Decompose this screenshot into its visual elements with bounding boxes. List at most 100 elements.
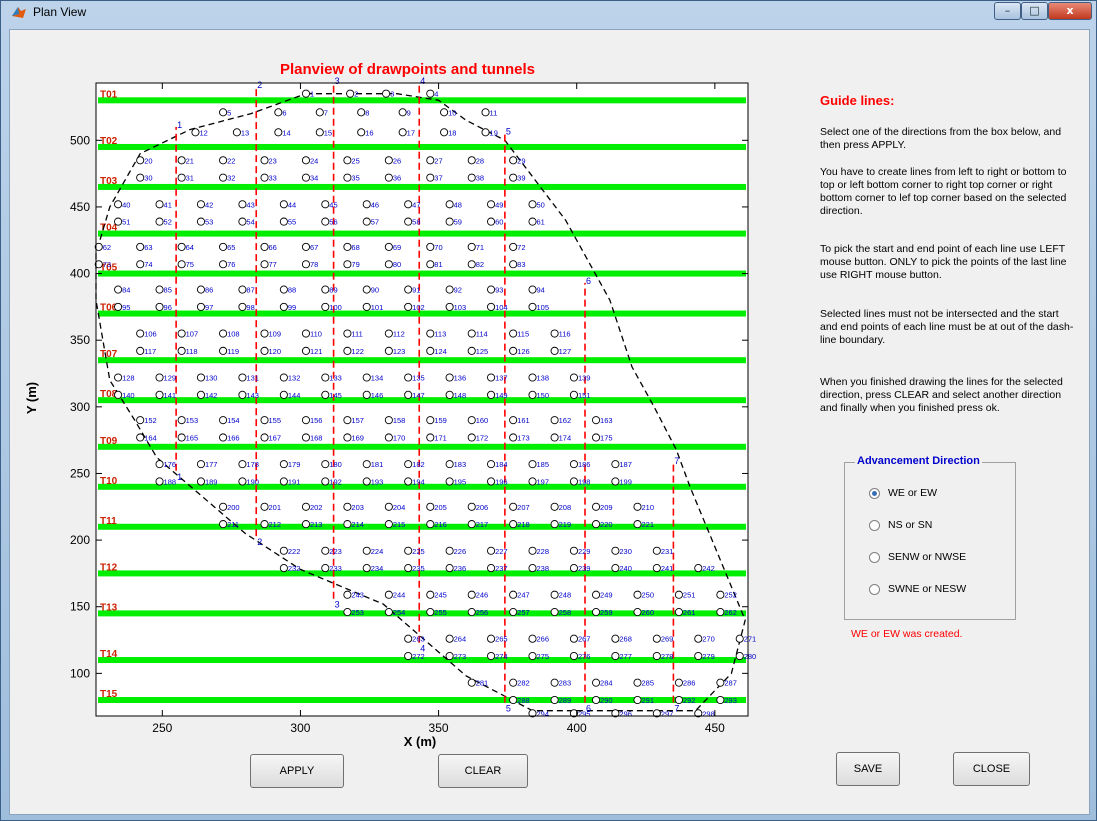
- drawpoint-marker: [611, 460, 620, 469]
- drawpoint-marker: [219, 242, 228, 251]
- drawpoint-marker: [550, 433, 559, 442]
- drawpoint-marker: [301, 502, 311, 511]
- drawpoint-marker: [301, 433, 311, 442]
- plan-view-window: Plan View – □ x Planview of drawpoints a…: [0, 0, 1097, 821]
- drawpoint-label: 209: [600, 503, 613, 512]
- drawpoint-marker: [445, 564, 454, 573]
- radio-icon[interactable]: [869, 519, 880, 531]
- drawpoint-label: 157: [351, 416, 364, 425]
- drawpoint-label: 119: [227, 347, 239, 356]
- drawpoint-marker: [467, 433, 476, 442]
- drawpoint-marker: [487, 546, 496, 555]
- drawpoint-label: 116: [559, 330, 571, 339]
- drawpoint-marker: [467, 242, 476, 251]
- tunnel-label: T09: [100, 436, 118, 447]
- drawpoint-label: 220: [600, 520, 613, 529]
- guide-line-label: 3: [335, 600, 340, 610]
- drawpoint-marker: [652, 634, 661, 643]
- drawpoint-marker: [136, 242, 145, 251]
- drawpoint-marker: [426, 433, 435, 442]
- drawpoint-marker: [279, 460, 288, 469]
- drawpoint-marker: [343, 346, 352, 355]
- drawpoint-marker: [528, 546, 537, 555]
- drawpoint-marker: [301, 173, 311, 182]
- drawpoint-label: 53: [205, 218, 213, 227]
- guide-line-label: 2: [257, 537, 262, 547]
- drawpoint-label: 203: [351, 503, 364, 512]
- radio-label: NS or SN: [888, 519, 933, 531]
- drawpoint-marker: [550, 346, 559, 355]
- drawpoint-label: 132: [288, 374, 301, 383]
- drawpoint-marker: [177, 329, 186, 338]
- drawpoint-label: 129: [164, 374, 177, 383]
- apply-button[interactable]: APPLY: [250, 754, 344, 788]
- drawpoint-marker: [219, 416, 228, 425]
- drawpoint-marker: [219, 433, 228, 442]
- drawpoint-label: 240: [619, 564, 632, 573]
- drawpoint-marker: [136, 346, 145, 355]
- guide-line-label: 5: [506, 127, 511, 137]
- radio-swne-nesw[interactable]: SWNE or NESW: [869, 583, 966, 595]
- drawpoint-marker: [136, 260, 145, 269]
- drawpoint-label: 161: [517, 416, 530, 425]
- drawpoint-marker: [260, 502, 269, 511]
- close-window-button[interactable]: x: [1048, 2, 1092, 20]
- drawpoint-label: 235: [412, 564, 425, 573]
- drawpoint-label: 93: [495, 286, 503, 295]
- radio-icon[interactable]: [869, 551, 880, 563]
- drawpoint-marker: [343, 520, 352, 529]
- radio-icon[interactable]: [869, 583, 880, 595]
- drawpoint-label: 256: [476, 608, 489, 617]
- drawpoint-label: 211: [227, 520, 239, 529]
- clear-button[interactable]: CLEAR: [438, 754, 528, 788]
- drawpoint-label: 26: [393, 156, 401, 165]
- minimize-button[interactable]: –: [994, 2, 1021, 20]
- drawpoint-marker: [301, 329, 311, 338]
- drawpoint-label: 38: [476, 174, 484, 183]
- drawpoint-marker: [404, 460, 413, 469]
- drawpoint-marker: [155, 285, 164, 294]
- drawpoint-marker: [509, 502, 518, 511]
- drawpoint-label: 181: [371, 460, 384, 469]
- drawpoint-label: 37: [434, 174, 442, 183]
- drawpoint-marker: [279, 546, 288, 555]
- drawpoint-marker: [196, 460, 206, 469]
- drawpoint-label: 218: [517, 520, 530, 529]
- drawpoint-label: 234: [371, 564, 384, 573]
- close-button[interactable]: CLOSE: [953, 752, 1030, 786]
- drawpoint-label: 115: [517, 330, 529, 339]
- radio-selected-icon[interactable]: [869, 487, 880, 499]
- radio-ns-sn[interactable]: NS or SN: [869, 519, 932, 531]
- drawpoint-marker: [487, 217, 496, 226]
- drawpoint-label: 199: [619, 477, 632, 486]
- guide-line-label: 3: [335, 76, 340, 86]
- drawpoint-marker: [528, 651, 537, 661]
- drawpoint-label: 4: [434, 90, 438, 99]
- y-tick-label: 400: [70, 267, 90, 281]
- drawpoint-marker: [136, 416, 145, 425]
- drawpoint-label: 219: [559, 520, 572, 529]
- drawpoint-marker: [404, 200, 413, 209]
- drawpoint-label: 168: [310, 433, 323, 442]
- save-button[interactable]: SAVE: [836, 752, 900, 786]
- drawpoint-marker: [481, 128, 490, 137]
- drawpoint-marker: [445, 460, 454, 469]
- maximize-button[interactable]: □: [1021, 2, 1048, 20]
- drawpoint-label: 90: [371, 286, 379, 295]
- tunnel-band: [98, 97, 746, 104]
- radio-we-ew[interactable]: WE or EW: [869, 487, 937, 499]
- radio-senw-nwse[interactable]: SENW or NWSE: [869, 551, 966, 563]
- drawpoint-marker: [343, 502, 352, 511]
- drawpoint-marker: [550, 608, 559, 617]
- drawpoint-marker: [481, 108, 490, 117]
- drawpoint-marker: [274, 128, 283, 137]
- drawpoint-marker: [487, 285, 496, 294]
- drawpoint-marker: [487, 390, 496, 399]
- drawpoint-marker: [440, 128, 449, 137]
- drawpoint-marker: [155, 200, 164, 209]
- drawpoint-marker: [509, 695, 518, 705]
- radio-label: SWNE or NESW: [888, 583, 967, 595]
- drawpoint-label: 191: [288, 477, 301, 486]
- drawpoint-marker: [611, 651, 620, 661]
- plan-view-chart[interactable]: T01T02T03T04T05T06T07T08T09T10T11T12T13T…: [10, 30, 790, 760]
